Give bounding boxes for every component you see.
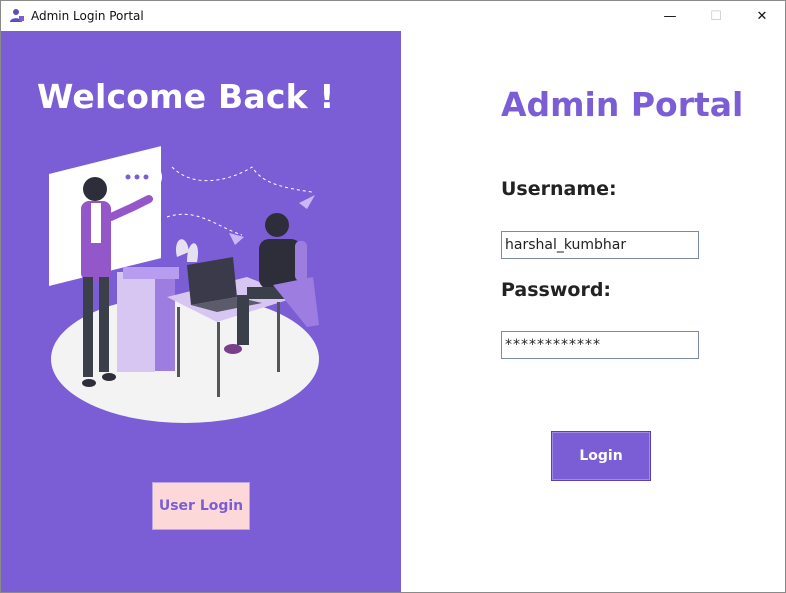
username-input[interactable]: [501, 231, 699, 259]
password-label: Password:: [501, 279, 612, 301]
close-button[interactable]: ✕: [739, 1, 785, 31]
window-controls: — ☐ ✕: [647, 1, 785, 31]
username-label: Username:: [501, 178, 617, 200]
maximize-button[interactable]: ☐: [693, 1, 739, 31]
app-window: Admin Login Portal — ☐ ✕ Welcome Back !: [0, 0, 786, 593]
password-input[interactable]: [501, 331, 699, 359]
welcome-heading: Welcome Back !: [37, 77, 335, 116]
login-button[interactable]: Login: [551, 431, 651, 481]
people-at-desk-illustration: [49, 146, 319, 423]
minimize-button[interactable]: —: [647, 1, 693, 31]
user-login-button[interactable]: User Login: [152, 482, 250, 530]
window-title: Admin Login Portal: [31, 9, 144, 23]
title-bar: Admin Login Portal — ☐ ✕: [1, 1, 785, 31]
app-user-icon: [10, 9, 24, 22]
portal-title: Admin Portal: [501, 85, 744, 124]
welcome-panel: Welcome Back ! User Login: [1, 31, 401, 592]
login-panel: Admin Portal Username: Password: Login: [401, 31, 785, 592]
